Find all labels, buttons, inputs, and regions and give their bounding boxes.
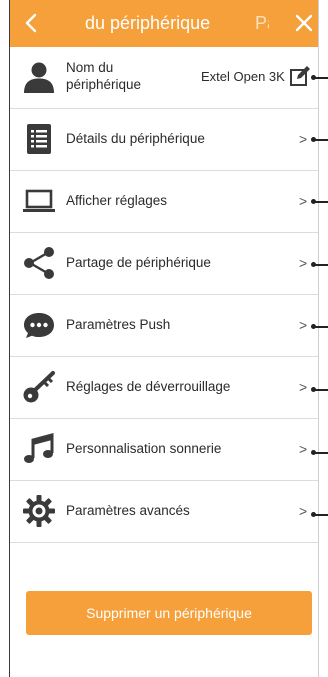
menu-item-device-details[interactable]: Détails du périphérique > [10, 109, 318, 171]
menu-item-device-sharing[interactable]: Partage de périphérique > [10, 233, 318, 295]
key-icon [23, 371, 55, 403]
callout-pointer [311, 260, 328, 270]
menu-item-label: Paramètres Push [66, 317, 171, 332]
callout-pointer [311, 448, 328, 458]
chevron-right-icon: > [299, 131, 308, 147]
menu-item-label: Personnalisation sonnerie [66, 441, 222, 456]
gear-icon [23, 495, 55, 527]
menu-item-display-settings[interactable]: Afficher réglages > [10, 171, 318, 233]
header-clipped-text: Pa [255, 13, 269, 33]
callout-pointer [311, 197, 328, 207]
callout-pointer [311, 385, 328, 395]
callout-pointer [311, 510, 328, 520]
menu-item-label: Détails du périphérique [66, 131, 205, 146]
chevron-right-icon: > [299, 441, 308, 457]
chat-bubble-icon [24, 313, 54, 338]
chevron-left-icon[interactable] [20, 11, 44, 35]
callout-pointer [311, 73, 328, 83]
music-note-icon [24, 433, 54, 463]
chevron-right-icon: > [299, 193, 308, 209]
device-name-row[interactable]: Nom du périphérique Extel Open 3K [10, 47, 318, 109]
menu-item-label: Afficher réglages [66, 193, 168, 208]
device-name-label: Nom du périphérique [66, 60, 142, 92]
menu-item-label: Réglages de déverrouillage [66, 379, 231, 394]
menu-item-unlock-settings[interactable]: Réglages de déverrouillage > [10, 357, 318, 419]
share-icon [24, 247, 54, 279]
menu-item-label: Paramètres avancés [66, 503, 190, 518]
list-icon [27, 124, 51, 154]
chevron-right-icon: > [299, 317, 308, 333]
callout-pointer [311, 135, 328, 145]
menu-item-push-settings[interactable]: Paramètres Push > [10, 295, 318, 357]
header-bar: du périphérique Pa [10, 0, 318, 47]
chevron-right-icon: > [299, 255, 308, 271]
chevron-right-icon: > [299, 503, 308, 519]
laptop-icon [23, 189, 55, 212]
menu-item-label: Partage de périphérique [66, 255, 211, 270]
chevron-right-icon: > [299, 379, 308, 395]
person-icon [24, 62, 54, 93]
close-icon[interactable] [293, 12, 315, 34]
menu-item-advanced-settings[interactable]: Paramètres avancés > [10, 481, 318, 543]
page-title: du périphérique [85, 13, 211, 33]
callout-pointer [311, 322, 328, 332]
delete-device-button[interactable]: Supprimer un périphérique [26, 591, 312, 635]
device-name-value: Extel Open 3K [201, 69, 285, 84]
edit-icon[interactable] [289, 65, 311, 87]
frame-right-border [318, 0, 319, 677]
menu-item-ringtone[interactable]: Personnalisation sonnerie > [10, 419, 318, 481]
